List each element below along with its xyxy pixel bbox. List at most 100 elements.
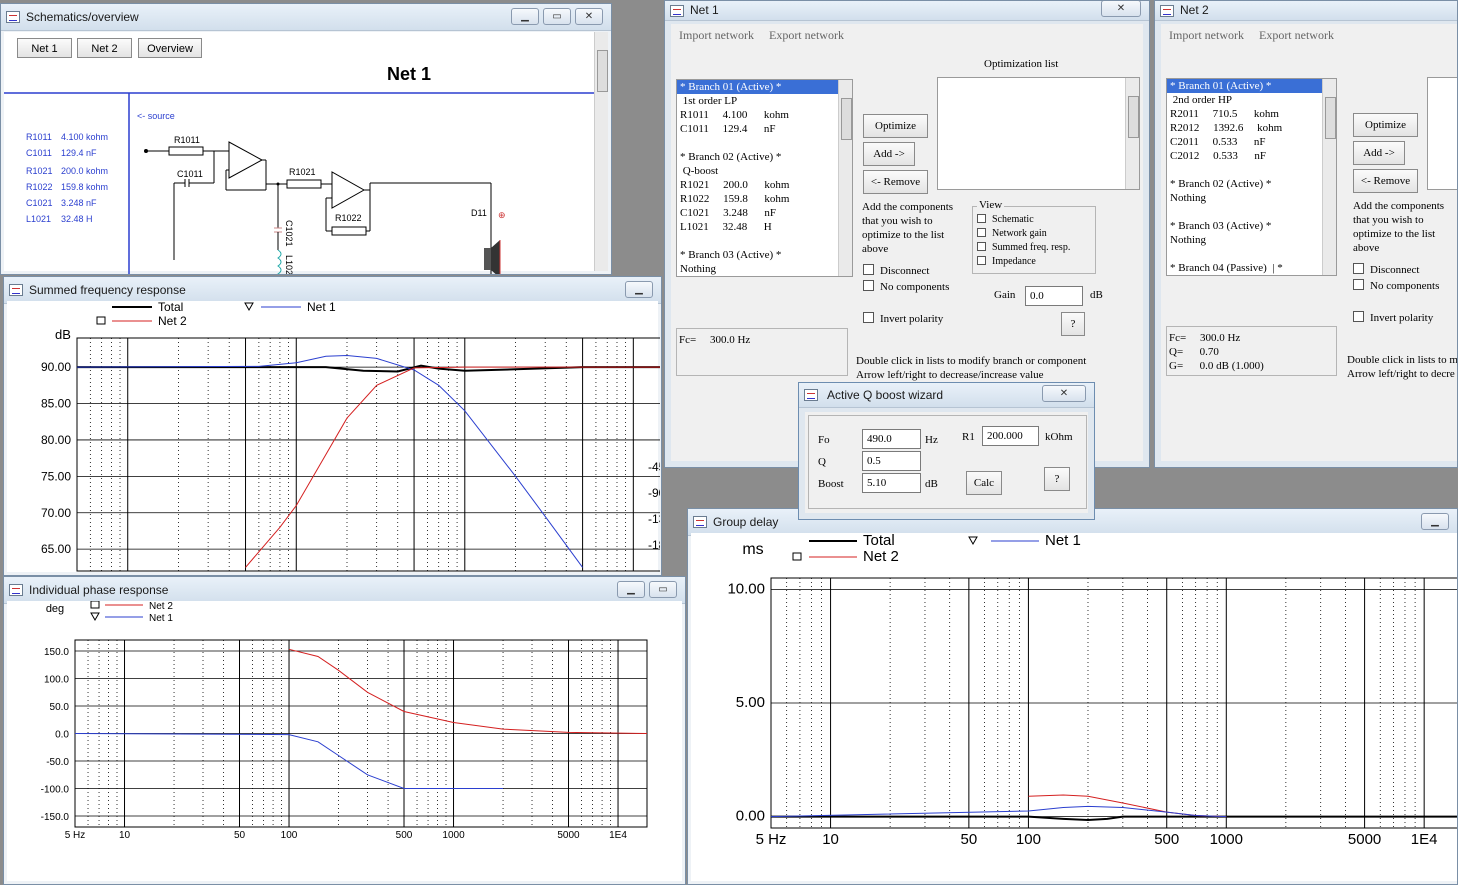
calc-button[interactable]: Calc: [966, 471, 1002, 495]
net2-no-components-box[interactable]: [1353, 279, 1364, 290]
net2-optimization-list[interactable]: [1427, 77, 1457, 190]
overview-button[interactable]: Overview: [138, 38, 202, 58]
close-icon[interactable]: ✕: [1101, 1, 1141, 17]
net2-disconnect-box[interactable]: [1353, 263, 1364, 274]
branch-list-item[interactable]: * Branch 03 (Active) *: [1167, 219, 1322, 233]
q-input[interactable]: 0.5: [862, 451, 921, 471]
phase-titlebar[interactable]: Individual phase response ▁ ▭: [4, 577, 685, 604]
minimize-icon[interactable]: ▁: [617, 581, 645, 598]
minimize-icon[interactable]: ▁: [1421, 513, 1449, 530]
branch-list-item[interactable]: R1022 159.8 kohm: [677, 192, 838, 206]
legend-marker: [968, 536, 978, 546]
x-tick-label: 100: [281, 830, 298, 841]
maximize-icon[interactable]: ▭: [649, 581, 677, 598]
net1-titlebar[interactable]: Net 1 ✕: [665, 1, 1149, 21]
import-network-menu[interactable]: Import network: [679, 28, 754, 42]
net1-button[interactable]: Net 1: [17, 38, 72, 58]
invert-polarity-checkbox-box[interactable]: [863, 312, 874, 323]
summed-titlebar[interactable]: Summed frequency response ▁: [4, 277, 661, 304]
net2-optimize-button[interactable]: Optimize: [1353, 113, 1418, 137]
net2-invert-polarity-checkbox[interactable]: Invert polarity: [1353, 311, 1433, 324]
optimization-list-scrollbar[interactable]: [1125, 78, 1139, 189]
branch-list-item[interactable]: Nothing: [1167, 191, 1322, 205]
disconnect-checkbox[interactable]: Disconnect: [863, 264, 929, 277]
branch-list-item[interactable]: * Branch 04 (Passive) | *: [1167, 261, 1322, 275]
close-icon[interactable]: ✕: [1042, 385, 1086, 402]
right-axis-tick: -180: [648, 538, 660, 552]
disconnect-checkbox-box[interactable]: [863, 264, 874, 275]
branch-list-item[interactable]: * Branch 02 (Active) *: [1167, 177, 1322, 191]
view-option-network-gain[interactable]: Network gain: [977, 227, 1070, 241]
export-network-menu[interactable]: Export network: [1259, 28, 1334, 42]
minimize-icon[interactable]: ▁: [625, 281, 653, 298]
view-option-summed-freq-resp-[interactable]: Summed freq. resp.: [977, 241, 1070, 255]
branch-list-item[interactable]: C1021 3.248 nF: [677, 206, 838, 220]
boost-input[interactable]: 5.10: [862, 473, 921, 493]
branch-list-item[interactable]: [677, 234, 838, 248]
branch-list-item[interactable]: R1011 4.100 kohm: [677, 108, 838, 122]
no-components-checkbox-box[interactable]: [863, 280, 874, 291]
net1-help-button[interactable]: ?: [1061, 312, 1085, 336]
view-option-schematic[interactable]: Schematic: [977, 213, 1070, 227]
invert-polarity-checkbox[interactable]: Invert polarity: [863, 312, 943, 325]
view-option-box[interactable]: [977, 256, 986, 265]
branch-list-item[interactable]: [1167, 247, 1322, 261]
net2-no-components-checkbox[interactable]: No components: [1353, 279, 1439, 292]
legend-label: Net 2: [863, 548, 899, 565]
import-network-menu[interactable]: Import network: [1169, 28, 1244, 42]
branch-list-item[interactable]: C2012 0.533 nF: [1167, 149, 1322, 163]
legend-label: Net 2: [158, 314, 187, 328]
minimize-icon[interactable]: ▁: [511, 8, 539, 25]
branch-list-item[interactable]: [1167, 163, 1322, 177]
net2-branch-list[interactable]: * Branch 01 (Active) * 2nd order HP R2011…: [1166, 78, 1337, 276]
view-option-box[interactable]: [977, 214, 986, 223]
net2-invert-polarity-box[interactable]: [1353, 311, 1364, 322]
net2-add-button[interactable]: Add ->: [1353, 141, 1405, 165]
branch-list-item[interactable]: L1021 32.48 H: [677, 220, 838, 234]
branch-list-item[interactable]: * Branch 03 (Active) *: [677, 248, 838, 262]
view-option-impedance[interactable]: Impedance: [977, 255, 1070, 269]
branch-list-item[interactable]: C1011 129.4 nF: [677, 122, 838, 136]
schematic-titlebar[interactable]: Schematics/overview ▁ ▭ ✕: [1, 4, 611, 31]
net2-branch-list-scrollbar[interactable]: [1322, 79, 1336, 275]
branch-list-item[interactable]: Nothing: [1167, 233, 1322, 247]
branch-list-item[interactable]: R2011 710.5 kohm: [1167, 107, 1322, 121]
branch-list-item[interactable]: Nothing: [677, 262, 838, 276]
gain-input[interactable]: 0.0: [1025, 286, 1083, 306]
branch-list-item[interactable]: * Branch 02 (Active) *: [677, 150, 838, 164]
wizard-titlebar[interactable]: Active Q boost wizard ✕: [799, 383, 1094, 408]
wizard-help-button[interactable]: ?: [1044, 467, 1070, 491]
fo-input[interactable]: 490.0: [862, 429, 921, 449]
branch-list-item[interactable]: [677, 136, 838, 150]
branch-list-item[interactable]: 1st order LP: [677, 94, 838, 108]
branch-list-item[interactable]: * Branch 01 (Active) *: [1167, 79, 1322, 93]
r1-input[interactable]: 200.000: [982, 426, 1039, 446]
branch-list-item[interactable]: 2nd order HP: [1167, 93, 1322, 107]
branch-list-item[interactable]: R1021 200.0 kohm: [677, 178, 838, 192]
branch-list-scrollbar[interactable]: [838, 80, 852, 276]
branch-list-item[interactable]: [1167, 205, 1322, 219]
no-components-checkbox[interactable]: No components: [863, 280, 949, 293]
branch-list-item[interactable]: * Branch 01 (Active) *: [677, 80, 838, 94]
maximize-icon[interactable]: ▭: [543, 8, 571, 25]
y-tick-label: 0.00: [736, 808, 765, 825]
branch-list-item[interactable]: R2012 1392.6 kohm: [1167, 121, 1322, 135]
net2-disconnect-checkbox[interactable]: Disconnect: [1353, 263, 1419, 276]
view-option-box[interactable]: [977, 242, 986, 251]
optimize-button[interactable]: Optimize: [863, 114, 928, 138]
net2-titlebar[interactable]: Net 2: [1155, 1, 1457, 21]
optimization-list[interactable]: [937, 77, 1140, 190]
view-option-box[interactable]: [977, 228, 986, 237]
remove-button[interactable]: <- Remove: [863, 170, 928, 194]
export-network-menu[interactable]: Export network: [769, 28, 844, 42]
net2-remove-button[interactable]: <- Remove: [1353, 169, 1418, 193]
branch-list[interactable]: * Branch 01 (Active) * 1st order LP R1011…: [676, 79, 853, 277]
branch-list-item[interactable]: C2011 0.533 nF: [1167, 135, 1322, 149]
net2-button[interactable]: Net 2: [77, 38, 132, 58]
fo-label: Fo: [818, 434, 830, 446]
close-icon[interactable]: ✕: [575, 8, 603, 25]
svg-text:R1021: R1021: [289, 167, 316, 177]
add-button[interactable]: Add ->: [863, 142, 915, 166]
y-tick-label: 70.00: [41, 506, 71, 520]
branch-list-item[interactable]: Q-boost: [677, 164, 838, 178]
